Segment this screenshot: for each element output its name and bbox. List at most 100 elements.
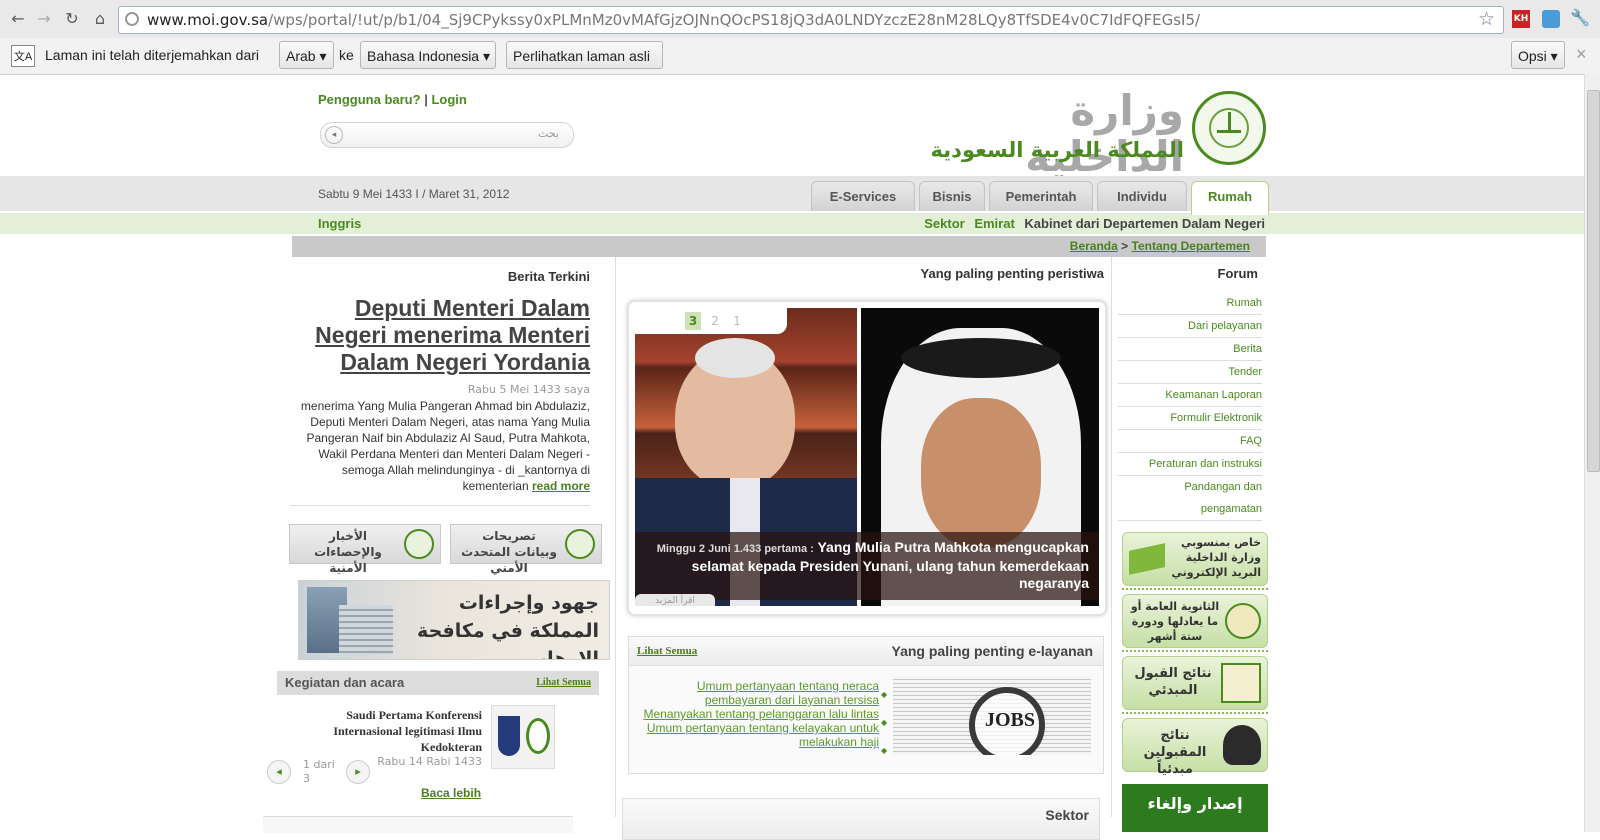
address-bar[interactable]: www.moi.gov.sa/wps/portal/!ut/p/b1/04_Sj… <box>118 6 1504 34</box>
security-news-button[interactable]: الأخبار والإحصاءات الأمنية <box>289 524 441 575</box>
translate-message: Laman ini telah diterjemahkan dari <box>45 47 260 63</box>
home-icon[interactable]: ⌂ <box>90 9 110 29</box>
search-go-icon[interactable]: ◂ <box>325 126 343 144</box>
page-info-icon[interactable] <box>125 12 139 26</box>
forum-item-home[interactable]: Rumah <box>1118 292 1262 315</box>
logo-kingdom-name: المملكة العربية السعودية <box>930 138 1184 162</box>
to-label: ke <box>339 47 354 63</box>
events-next-button[interactable]: ▸ <box>346 760 370 784</box>
events-heading: Kegiatan dan acara <box>285 675 405 690</box>
subnav-band <box>0 213 1584 234</box>
search-input[interactable]: ◂ بحث <box>320 122 574 148</box>
security-spokesman-button[interactable]: تصريحات وبيانات المتحدث الأمني <box>450 524 602 575</box>
accepted-results-text: نتائج المقبولين مبدئياً <box>1143 728 1207 777</box>
login-link[interactable]: Login <box>431 92 466 107</box>
ministry-emblem-logo[interactable] <box>1192 91 1266 165</box>
breadcrumb: Beranda > Tentang Departemen <box>292 236 1266 257</box>
target-language-select[interactable]: Bahasa Indonesia ▾ <box>360 41 496 69</box>
emblem-icon <box>404 529 434 559</box>
certificate-icon <box>1221 663 1261 703</box>
badge-divider <box>1122 650 1268 652</box>
slide-page-3[interactable]: 3 <box>685 312 701 330</box>
eservices-list: Umum pertanyaan tentang neraca pembayara… <box>639 679 879 749</box>
shield-icon <box>498 716 520 756</box>
forum-item-security-reports[interactable]: Keamanan Laporan <box>1118 384 1262 407</box>
cabinet-link[interactable]: Kabinet dari Departemen Dalam Negeri <box>1024 216 1265 231</box>
tab-government[interactable]: Pemerintah <box>989 181 1093 211</box>
forum-item-faq[interactable]: FAQ <box>1118 430 1262 453</box>
forward-icon[interactable]: → <box>34 9 54 29</box>
scrollbar[interactable] <box>1584 74 1600 832</box>
news-date: Rabu 5 Mei 1433 saya <box>467 383 590 396</box>
scrollbar-thumb[interactable] <box>1587 90 1600 472</box>
issue-cancel-badge[interactable]: إصدار وإلغاء <box>1122 784 1268 832</box>
user-links: Pengguna baru? | Login <box>318 92 467 107</box>
slide-caption[interactable]: Minggu 2 Juni 1.433 pertama : Yang Mulia… <box>635 532 1099 600</box>
anti-terrorism-banner[interactable]: جهود وإجراءات المملكة في مكافحة الإرهاب <box>298 580 610 660</box>
tab-business[interactable]: Bisnis <box>919 181 985 211</box>
jobs-newspaper-image[interactable]: JOBS <box>893 677 1091 755</box>
news-body: menerima Yang Mulia Pangeran Ahmad bin A… <box>290 398 590 494</box>
options-button[interactable]: Opsi ▾ <box>1511 41 1565 69</box>
show-original-button[interactable]: Perlihatkan laman asli <box>506 41 663 69</box>
badge-divider <box>1122 712 1268 714</box>
forum-item-tenders[interactable]: Tender <box>1118 361 1262 384</box>
forum-item-news[interactable]: Berita <box>1118 338 1262 361</box>
eservices-see-all-link[interactable]: Lihat Semua <box>637 645 697 657</box>
back-icon[interactable]: ← <box>8 9 28 29</box>
current-date: Sabtu 9 Mei 1433 I / Maret 31, 2012 <box>318 187 510 201</box>
extension-icon[interactable]: KH <box>1512 10 1530 28</box>
portrait-face-2 <box>921 398 1041 548</box>
divider <box>290 505 590 506</box>
close-translate-icon[interactable]: × <box>1576 44 1587 65</box>
secondary-results-badge[interactable]: الثانوية العامة أو ما يعادلها ودورة ستة … <box>1122 594 1268 648</box>
read-more-link[interactable]: read more <box>532 479 590 493</box>
forum-item-regulations[interactable]: Peraturan dan instruksi <box>1118 453 1262 476</box>
events-read-more-link[interactable]: Baca lebih <box>421 786 481 800</box>
reload-icon[interactable]: ↻ <box>62 9 82 29</box>
tab-eservices[interactable]: E-Services <box>811 181 915 211</box>
nav-band <box>0 176 1584 211</box>
eservice-link[interactable]: Umum pertanyaan tentang neraca pembayara… <box>639 679 879 707</box>
admission-results-text: نتائج القبول المبدئي <box>1134 666 1212 698</box>
breadcrumb-current[interactable]: Tentang Departemen <box>1132 239 1250 253</box>
eservice-link[interactable]: Menanyakan tentang pelanggaran lalu lint… <box>639 707 879 721</box>
events-see-all-link[interactable]: Lihat Semua <box>536 677 591 688</box>
english-link[interactable]: Inggris <box>318 216 361 231</box>
moi-email-text: خاص بمنسوبي وزارة الداخلية البريد الإلكت… <box>1171 536 1261 579</box>
slide-more-button[interactable]: اقرأ المزيد <box>635 594 715 606</box>
banner-building-image-2 <box>339 605 393 655</box>
forum-item-views[interactable]: Pandangan dan <box>1118 476 1262 498</box>
emblem-icon <box>565 529 595 559</box>
subnav-links: Sektor Emirat Kabinet dari Departemen Da… <box>924 216 1265 231</box>
extension-icon-2[interactable] <box>1542 10 1560 28</box>
slide-page-2[interactable]: 2 <box>707 312 723 330</box>
events-prev-button[interactable]: ◂ <box>267 760 291 784</box>
forum-menu: Rumah Dari pelayanan Berita Tender Keama… <box>1118 292 1262 521</box>
news-headline-link[interactable]: Deputi Menteri Dalam Negeri menerima Men… <box>290 295 590 376</box>
sector-link[interactable]: Sektor <box>924 216 964 231</box>
forum-item-services[interactable]: Dari pelayanan <box>1118 315 1262 338</box>
breadcrumb-home[interactable]: Beranda <box>1070 239 1118 253</box>
emirates-link[interactable]: Emirat <box>974 216 1014 231</box>
tab-individual[interactable]: Individu <box>1097 181 1187 211</box>
event-image[interactable] <box>491 705 555 769</box>
eservice-link[interactable]: Umum pertanyaan tentang kelayakan untuk … <box>639 721 879 749</box>
slide-caption-date: Minggu 2 Juni 1.433 pertama : <box>656 543 814 555</box>
accepted-results-badge[interactable]: نتائج المقبولين مبدئياً <box>1122 718 1268 777</box>
bookmark-star-icon[interactable]: ☆ <box>1478 8 1495 30</box>
slide-page-1[interactable]: 1 <box>729 312 745 330</box>
events-header: Kegiatan dan acara Lihat Semua <box>277 671 599 695</box>
wrench-icon[interactable]: 🔧 <box>1570 8 1590 27</box>
admission-results-badge[interactable]: نتائج القبول المبدئي <box>1122 656 1268 710</box>
source-language-select[interactable]: Arab ▾ <box>279 41 334 69</box>
badge-divider <box>1122 588 1268 590</box>
event-title[interactable]: Saudi Pertama Konferensi Internasional l… <box>300 707 482 755</box>
separator: | <box>424 92 428 107</box>
moi-email-badge[interactable]: خاص بمنسوبي وزارة الداخلية البريد الإلكت… <box>1122 532 1268 586</box>
tab-home[interactable]: Rumah <box>1191 181 1269 215</box>
slide-pager: 3 2 1 <box>635 308 787 334</box>
forum-item-observations[interactable]: pengamatan <box>1118 498 1262 521</box>
forum-item-eforms[interactable]: Formulir Elektronik <box>1118 407 1262 430</box>
new-user-link[interactable]: Pengguna baru? <box>318 92 421 107</box>
